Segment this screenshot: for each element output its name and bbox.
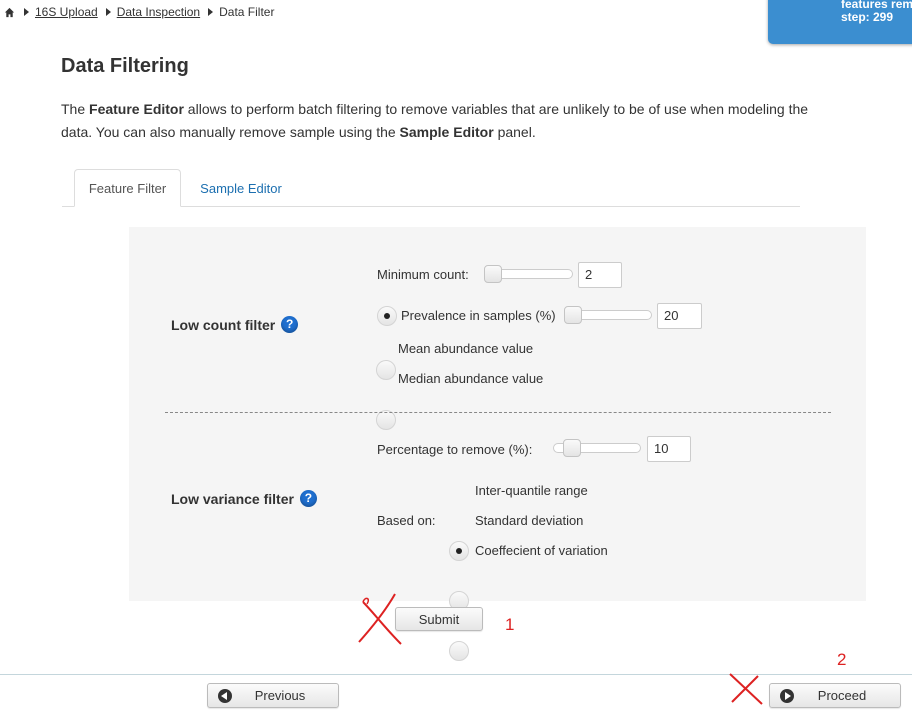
desc-text-3: panel. bbox=[493, 124, 536, 140]
based-on-label: Based on: bbox=[377, 513, 436, 528]
proceed-button-label: Proceed bbox=[817, 688, 867, 703]
breadcrumb-arrow-icon bbox=[24, 8, 29, 16]
page-title: Data Filtering bbox=[61, 55, 189, 77]
mean-abundance-label: Mean abundance value bbox=[398, 341, 534, 356]
desc-sample-editor: Sample Editor bbox=[399, 124, 494, 140]
breadcrumb-data-inspection[interactable]: Data Inspection bbox=[117, 5, 200, 19]
section-divider bbox=[165, 412, 831, 413]
prevalence-radio[interactable] bbox=[377, 306, 397, 326]
desc-feature-editor: Feature Editor bbox=[89, 101, 184, 117]
breadcrumb-arrow-icon bbox=[105, 8, 111, 16]
arrow-left-circle-icon bbox=[218, 689, 232, 703]
mean-abundance-radio[interactable] bbox=[376, 360, 396, 380]
prevalence-label: Prevalence in samples (%) bbox=[401, 308, 556, 323]
annotation-number-2: 2 bbox=[837, 650, 847, 669]
arrow-right-circle-icon bbox=[780, 689, 794, 703]
median-abundance-label: Median abundance value bbox=[398, 371, 544, 386]
percent-remove-input[interactable]: 10 bbox=[647, 436, 691, 462]
submit-button[interactable]: Submit bbox=[395, 607, 483, 631]
min-count-slider-handle[interactable] bbox=[484, 265, 502, 283]
prevalence-input[interactable]: 20 bbox=[657, 303, 702, 329]
status-panel: features rem step: 299 bbox=[768, 0, 912, 44]
annotation-cross-icon bbox=[729, 673, 763, 705]
coef-variation-radio[interactable] bbox=[449, 641, 469, 661]
breadcrumb-current: Data Filter bbox=[219, 5, 275, 19]
breadcrumb-16s-upload[interactable]: 16S Upload bbox=[35, 5, 98, 19]
desc-text-1: The bbox=[61, 101, 90, 117]
tab-sample-editor[interactable]: Sample Editor bbox=[186, 169, 296, 207]
percent-remove-label: Percentage to remove (%): bbox=[377, 442, 533, 457]
coef-variation-label: Coeffecient of variation bbox=[475, 543, 608, 558]
low-variance-filter-text: Low variance filter bbox=[171, 490, 294, 507]
home-icon[interactable] bbox=[4, 7, 15, 18]
previous-button[interactable]: Previous bbox=[207, 683, 339, 708]
breadcrumb-arrow-icon bbox=[208, 8, 214, 16]
status-line-step: step: 299 bbox=[841, 10, 894, 24]
submit-button-label: Submit bbox=[418, 611, 460, 627]
help-icon[interactable] bbox=[281, 316, 299, 333]
page-description: The Feature Editor allows to perform bat… bbox=[61, 98, 841, 144]
iqr-radio[interactable] bbox=[449, 541, 469, 561]
annotation-number-1: 1 bbox=[505, 615, 515, 634]
annotation-cross-icon bbox=[358, 593, 402, 645]
tab-feature-filter[interactable]: Feature Filter bbox=[74, 169, 181, 207]
help-icon[interactable] bbox=[299, 490, 317, 507]
min-count-input[interactable]: 2 bbox=[578, 262, 622, 288]
percent-remove-slider-handle[interactable] bbox=[563, 439, 581, 457]
low-count-filter-label: Low count filter bbox=[171, 316, 299, 333]
iqr-label: Inter-quantile range bbox=[475, 483, 588, 498]
low-count-filter-text: Low count filter bbox=[171, 316, 276, 333]
low-variance-filter-label: Low variance filter bbox=[171, 490, 317, 507]
proceed-button[interactable]: Proceed bbox=[769, 683, 901, 708]
previous-button-label: Previous bbox=[254, 688, 306, 703]
min-count-label: Minimum count: bbox=[377, 267, 469, 282]
breadcrumb: 16S Upload Data Inspection Data Filter bbox=[4, 4, 274, 20]
std-dev-label: Standard deviation bbox=[475, 513, 584, 528]
footer-divider bbox=[0, 674, 912, 675]
prevalence-slider-handle[interactable] bbox=[564, 306, 582, 324]
median-abundance-radio[interactable] bbox=[376, 410, 396, 430]
